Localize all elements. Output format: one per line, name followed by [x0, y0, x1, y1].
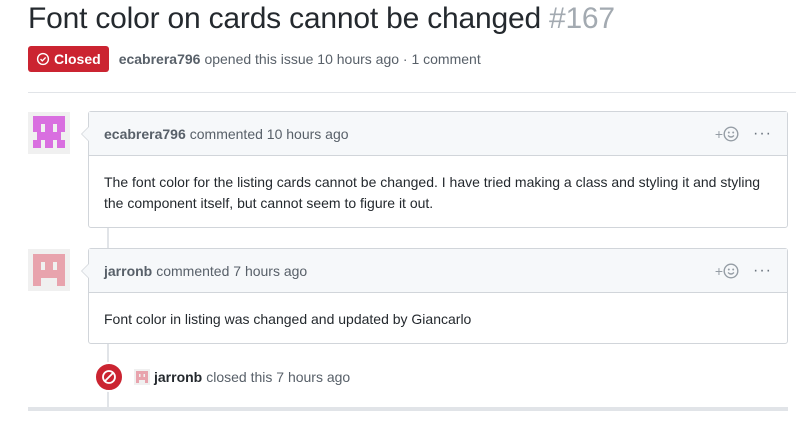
issue-title: Font color on cards cannot be changed #16…: [28, 2, 615, 36]
avatar-ecabrera796[interactable]: [28, 112, 70, 154]
plus-label: +: [714, 125, 724, 142]
comment-1-author-link[interactable]: ecabrera796: [104, 126, 186, 142]
circle-slash-icon: [102, 370, 116, 384]
issue-author-link[interactable]: ecabrera796: [119, 51, 201, 67]
comment-2-meta[interactable]: commented 7 hours ago: [156, 263, 307, 279]
comment-2-add-reaction-button[interactable]: +: [715, 263, 739, 279]
issue-number: #167: [548, 2, 615, 35]
comment-1-body: The font color for the listing cards can…: [104, 174, 761, 211]
comment-1-actions: + ···: [715, 125, 772, 142]
comment-1-header: ecabrera796 commented 10 hours ago + ···: [89, 112, 787, 156]
state-label: Closed: [54, 51, 101, 67]
avatar-jarronb[interactable]: [28, 249, 70, 291]
comment-2-header: jarronb commented 7 hours ago + ···: [89, 249, 787, 293]
issue-title-text: Font color on cards cannot be changed: [28, 2, 541, 35]
comment-1-meta[interactable]: commented 10 hours ago: [190, 126, 349, 142]
comment-2: jarronb commented 7 hours ago + ··· Font…: [81, 248, 788, 344]
issue-closed-icon: [36, 52, 50, 66]
state-badge: Closed: [28, 46, 109, 72]
comment-1-add-reaction-button[interactable]: +: [715, 126, 739, 142]
issue-meta: Closed ecabrera796 opened this issue 10 …: [28, 46, 481, 72]
smiley-icon: [723, 125, 739, 142]
event-text: closed this 7 hours ago: [206, 369, 351, 385]
comment-1-more-button[interactable]: ···: [753, 125, 772, 142]
closed-event: jarronb closed this 7 hours ago: [94, 361, 350, 393]
plus-label: +: [714, 262, 724, 279]
issue-opened-text: opened this issue 10 hours ago · 1 comme…: [204, 51, 481, 67]
comment-2-more-button[interactable]: ···: [753, 262, 772, 279]
comment-1: ecabrera796 commented 10 hours ago + ···…: [81, 111, 788, 228]
comment-2-author-link[interactable]: jarronb: [104, 263, 152, 279]
event-actor-avatar[interactable]: [134, 369, 150, 385]
closed-event-badge: [94, 362, 124, 392]
smiley-icon: [723, 262, 739, 279]
timeline-bottom-bar: [28, 407, 788, 411]
comment-2-body: Font color in listing was changed and up…: [104, 311, 472, 327]
comment-2-actions: + ···: [715, 262, 772, 279]
event-actor-link[interactable]: jarronb: [154, 369, 202, 385]
header-divider: [28, 92, 796, 93]
